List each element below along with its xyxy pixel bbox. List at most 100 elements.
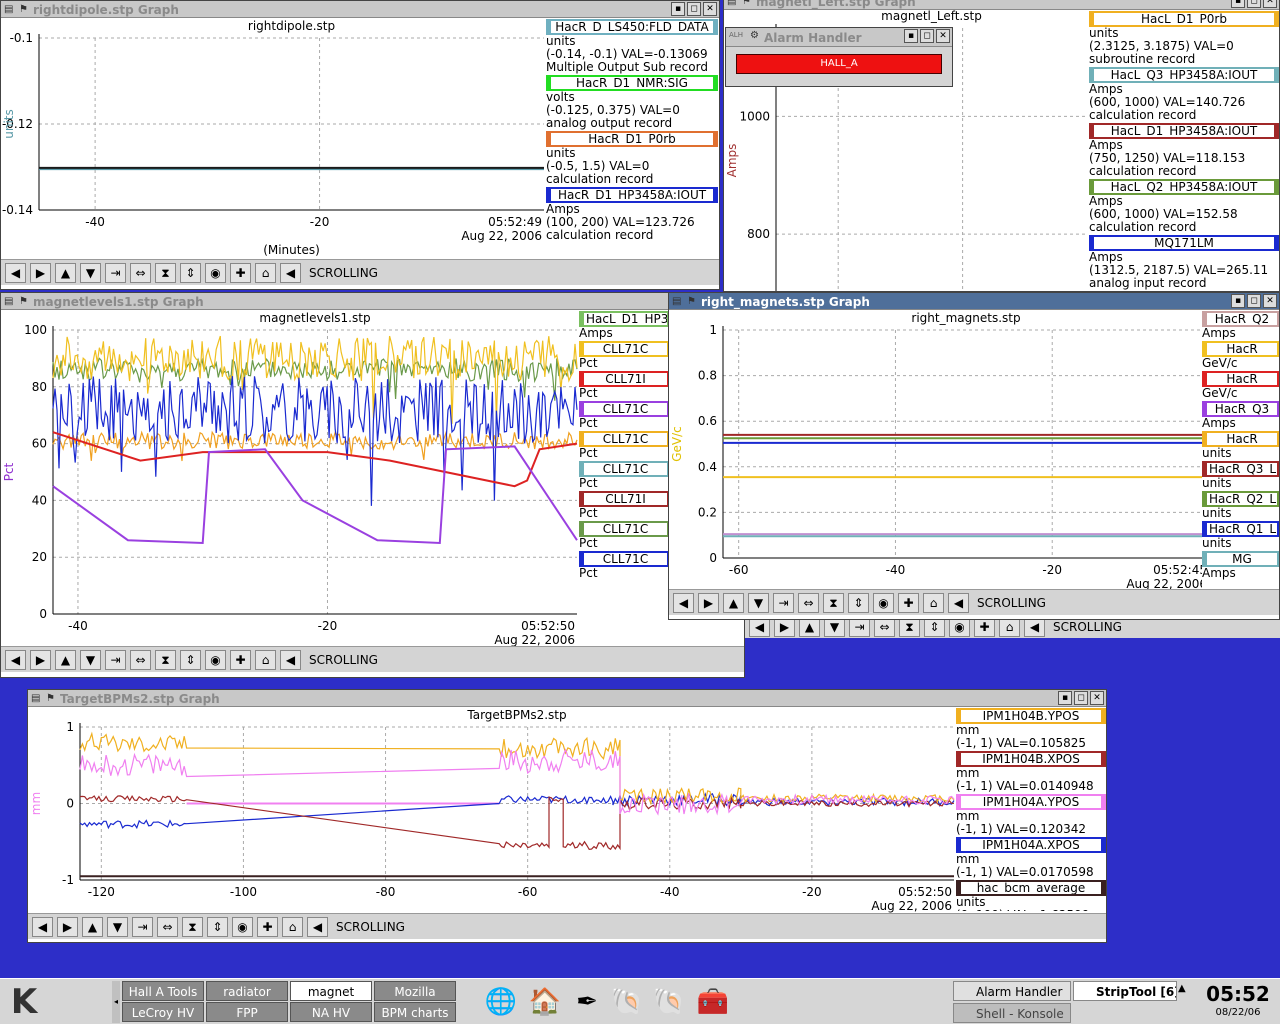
scroll-down-button[interactable]: ▼: [80, 262, 101, 283]
pause-button[interactable]: ◀: [948, 592, 969, 613]
zoom-x-out-button[interactable]: ⇔: [130, 649, 151, 670]
print-button[interactable]: ⌂: [255, 262, 276, 283]
legend-signal-name[interactable]: HacR_D1_NMR:SIG: [546, 75, 718, 91]
legend-signal-name[interactable]: HacR: [1202, 371, 1279, 387]
task-striptool[interactable]: StripTool [6]: [1073, 981, 1177, 1001]
legend-signal-name[interactable]: HacL_D1_HP3458A:IOUT: [1089, 123, 1279, 139]
legend-item[interactable]: MQ171LM Amps (1312.5, 2187.5) VAL=265.11 an…: [1089, 235, 1279, 290]
legend-signal-name[interactable]: HacR_D_LS450:FLD_DATA: [546, 19, 718, 35]
legend-item[interactable]: HacL_D1_HP3458A:IOUT Amps (750, 1250) VAL=…: [1089, 123, 1279, 178]
legend-item[interactable]: HacL_Q2_HP3458A:IOUT Amps (600, 1000) VAL=…: [1089, 179, 1279, 234]
pause-button[interactable]: ◀: [280, 262, 301, 283]
desktop-1-button[interactable]: radiator temp: [206, 981, 288, 1019]
home-folder-icon[interactable]: 🏠: [526, 983, 564, 1021]
window-titlebar[interactable]: ▤ ⚑ rightdipole.stp Graph ▪ ◻ ✕: [1, 1, 719, 18]
legend-item[interactable]: CLL71C Pct: [579, 341, 672, 370]
reset-button[interactable]: ✚: [898, 592, 919, 613]
desktop-7-button[interactable]: BPM charts: [374, 1002, 456, 1022]
legend-signal-name[interactable]: CLL71I: [579, 371, 672, 387]
scroll-right-button[interactable]: ▶: [698, 592, 719, 613]
window-menu-icon[interactable]: ▤: [672, 296, 681, 307]
scroll-up-button[interactable]: ▲: [55, 649, 76, 670]
legend-signal-name[interactable]: CLL71C: [579, 341, 672, 357]
legend-item[interactable]: HacR_Q2 Amps: [1202, 311, 1279, 340]
alarm-handler-window[interactable]: ALH ⚙ Alarm Handler ▪ ◻ ✕ HALL_A: [725, 27, 953, 87]
legend-item[interactable]: CLL71C Pct: [579, 401, 672, 430]
pin-icon[interactable]: ⚑: [19, 296, 28, 307]
reset-button[interactable]: ✚: [230, 649, 251, 670]
w4-graph-window[interactable]: ▤ ⚑ right_magnets.stp Graph ▪ ◻ ✕ right_magnet…: [668, 292, 1280, 620]
legend-item[interactable]: HacR_Q3_L units: [1202, 461, 1279, 490]
maximize-button[interactable]: ◻: [1247, 0, 1261, 8]
scroll-up-button[interactable]: ▲: [82, 916, 103, 937]
legend-item[interactable]: CLL71C Pct: [579, 551, 672, 580]
pin-icon[interactable]: ⚑: [46, 693, 55, 704]
scroll-right-button[interactable]: ▶: [30, 262, 51, 283]
auto-scale-button[interactable]: ◉: [205, 262, 226, 283]
zoom-y-in-button[interactable]: ⧗: [155, 262, 176, 283]
zoom-x-in-button[interactable]: ⇥: [105, 649, 126, 670]
k-menu-icon[interactable]: K: [2, 981, 46, 1023]
legend-signal-name[interactable]: IPM1H04B.XPOS: [956, 751, 1106, 767]
legend-signal-name[interactable]: HacR_Q3: [1202, 401, 1279, 417]
zoom-y-out-button[interactable]: ⇕: [848, 592, 869, 613]
close-button[interactable]: ✕: [1263, 0, 1277, 8]
legend-item[interactable]: HacL_D1_P0rb units (2.3125, 3.1875) VAL=0 s…: [1089, 11, 1279, 66]
maximize-button[interactable]: ◻: [1247, 294, 1261, 308]
minimize-button[interactable]: ▪: [904, 29, 918, 43]
legend-item[interactable]: HacR_D1_P0rb units (-0.5, 1.5) VAL=0 calcul…: [546, 131, 718, 186]
auto-scale-button[interactable]: ◉: [232, 916, 253, 937]
chart-area[interactable]: magnetlevels1.stp100806040200-40-20Pct(H…: [1, 310, 579, 646]
pin-icon[interactable]: ⚑: [742, 0, 751, 7]
legend-item[interactable]: HacR units: [1202, 431, 1279, 460]
desktop-0-button[interactable]: Hall A Tools: [122, 981, 204, 1001]
chart-area[interactable]: right_magnets.stp 1 0.8 0.6 0.4 0.2 0 -60 -40 -20…: [669, 310, 1202, 589]
chart-area[interactable]: rightdipole.stp -0.1 -0.12 -0.14 -40 -20 units…: [1, 18, 546, 259]
zoom-y-out-button[interactable]: ⇕: [180, 262, 201, 283]
pause-button[interactable]: ◀: [280, 649, 301, 670]
window-menu-icon[interactable]: ▤: [727, 0, 736, 7]
legend-item[interactable]: HacR GeV/c: [1202, 341, 1279, 370]
minimize-button[interactable]: ▪: [1231, 0, 1245, 8]
reset-button[interactable]: ✚: [257, 916, 278, 937]
scroll-down-button[interactable]: ▼: [80, 649, 101, 670]
chart-area[interactable]: TargetBPMs2.stp 1 0 -1 -120 -100 -80 -60 -40 -20 m…: [28, 707, 956, 913]
w3-graph-window[interactable]: ▤⚑magnetlevels1.stp Graph▪◻✕magnetlevels…: [0, 292, 745, 678]
legend-item[interactable]: CLL71C Pct: [579, 431, 672, 460]
auto-scale-button[interactable]: ◉: [205, 649, 226, 670]
w5-graph-window[interactable]: ▤ ⚑ TargetBPMs2.stp Graph ▪ ◻ ✕ TargetBPMs2.st…: [27, 689, 1107, 943]
zoom-x-in-button[interactable]: ⇥: [132, 916, 153, 937]
shell-icon[interactable]: 🐚: [608, 983, 646, 1021]
zoom-x-out-button[interactable]: ⇔: [798, 592, 819, 613]
legend-signal-name[interactable]: IPM1H04A.YPOS: [956, 794, 1106, 810]
legend-signal-name[interactable]: HacR_D1_HP3458A:IOUT: [546, 187, 718, 203]
pin-icon[interactable]: ⚑: [687, 296, 696, 307]
window-titlebar[interactable]: ▤ ⚑ right_magnets.stp Graph ▪ ◻ ✕: [669, 293, 1279, 310]
legend-item[interactable]: HacR_D1_HP3458A:IOUT Amps (100, 200) VAL=1…: [546, 187, 718, 242]
legend-item[interactable]: HacL_D1_HP3 Amps: [579, 311, 672, 340]
clock[interactable]: 05:52 08/22/06: [1196, 981, 1280, 1023]
legend-signal-name[interactable]: CLL71C: [579, 431, 672, 447]
legend-signal-name[interactable]: CLL71C: [579, 521, 672, 537]
legend-item[interactable]: HacR_Q2_L units: [1202, 491, 1279, 520]
shell-2-icon[interactable]: 🐚: [650, 983, 688, 1021]
desktop-3-button[interactable]: Mozilla: [374, 981, 456, 1001]
scroll-left-button[interactable]: ◀: [673, 592, 694, 613]
zoom-x-out-button[interactable]: ⇔: [157, 916, 178, 937]
legend-signal-name[interactable]: MQ171LM: [1089, 235, 1279, 251]
zoom-y-in-button[interactable]: ⧗: [823, 592, 844, 613]
globe-icon[interactable]: 🌐: [482, 983, 520, 1021]
legend-signal-name[interactable]: HacL_Q2_HP3458A:IOUT: [1089, 179, 1279, 195]
legend-item[interactable]: IPM1H04A.XPOS mm (-1, 1) VAL=0.0170598: [956, 837, 1106, 879]
scroll-left-button[interactable]: ◀: [32, 916, 53, 937]
legend-signal-name[interactable]: HacR_Q1_L: [1202, 521, 1279, 537]
minimize-button[interactable]: ▪: [1058, 691, 1072, 705]
desktop-5-button[interactable]: FPP: [206, 1002, 288, 1022]
legend-item[interactable]: IPM1H04B.YPOS mm (-1, 1) VAL=0.105825: [956, 708, 1106, 750]
legend-item[interactable]: HacR_Q1_L units: [1202, 521, 1279, 550]
legend-signal-name[interactable]: HacR: [1202, 431, 1279, 447]
zoom-y-in-button[interactable]: ⧗: [155, 649, 176, 670]
maximize-button[interactable]: ◻: [920, 29, 934, 43]
scroll-right-button[interactable]: ▶: [57, 916, 78, 937]
legend-item[interactable]: hac_bcm_averageunits(0, 100) VAL=1.62599…: [956, 880, 1106, 911]
